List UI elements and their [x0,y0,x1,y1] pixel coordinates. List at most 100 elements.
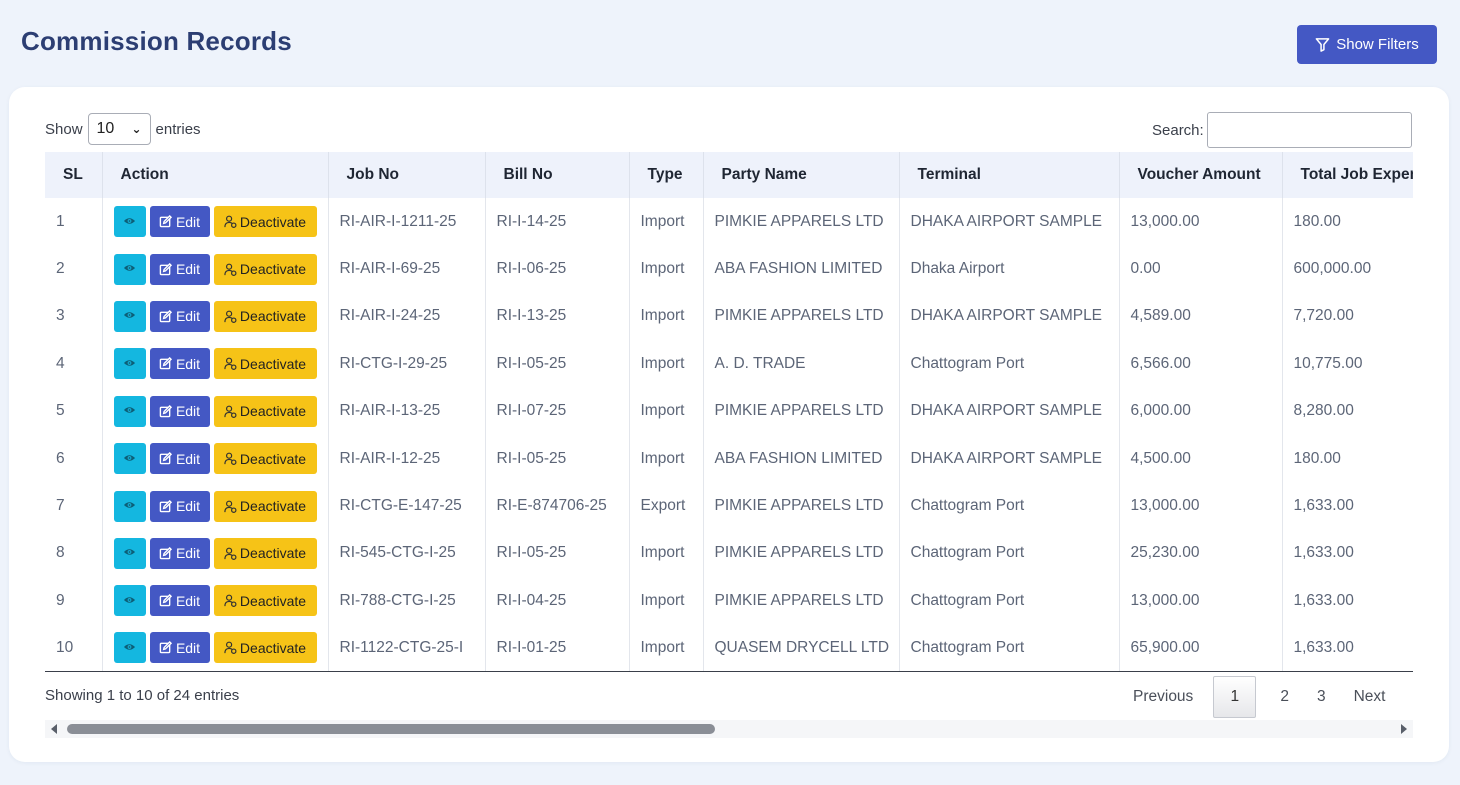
edit-icon [159,404,172,418]
page-button-1[interactable]: 1 [1213,676,1257,718]
deactivate-label: Deactivate [239,450,307,467]
view-button[interactable] [113,348,146,380]
type-header[interactable]: Type [629,152,704,198]
terminal-header[interactable]: Terminal [899,152,1120,198]
edit-button[interactable]: Edit [149,537,210,569]
total-job-expense-cell: 180.00 [1282,434,1413,483]
view-button[interactable] [113,443,146,475]
eye-icon [123,402,136,420]
bill-no-header[interactable]: Bill No [485,152,630,198]
job-no-cell: RI-CTG-E-147-25 [328,482,486,530]
edit-button[interactable]: Edit [149,300,210,332]
sl-cell: 10 [45,624,103,673]
edit-button[interactable]: Edit [149,443,210,475]
page-button-3[interactable]: 3 [1303,676,1340,718]
edit-button[interactable]: Edit [149,585,210,617]
entries-length-control: Show 10 ⌄ entries [45,113,201,145]
action-cell: Edit Deactivate [102,245,329,293]
user-deactivate-icon [224,310,237,323]
table-row: 7 Edit Deactivate RI-CTG-E-147-25 RI-E-87470… [45,482,1413,530]
show-filters-button[interactable]: Show Filters [1297,25,1437,64]
eye-icon [123,355,136,373]
party-name-cell: PIMKIE APPARELS LTD [703,529,900,578]
user-deactivate-icon [224,594,237,608]
party-name-cell: ABA FASHION LIMITED [703,245,900,293]
job-no-cell: RI-AIR-I-1211-25 [328,198,486,246]
deactivate-button[interactable]: Deactivate [213,348,317,380]
scrollbar-thumb[interactable] [67,724,715,734]
voucher-amount-cell: 65,900.00 [1119,624,1283,673]
edit-button[interactable]: Edit [149,348,210,380]
party-name-cell: PIMKIE APPARELS LTD [703,292,900,341]
deactivate-button[interactable]: Deactivate [213,443,317,475]
action-cell: Edit Deactivate [102,387,329,435]
voucher-amount-cell: 13,000.00 [1119,482,1283,530]
total-job-expense-header[interactable]: Total Job Expen [1282,152,1413,198]
type-cell: Import [629,245,704,293]
next-page-button[interactable]: Next [1340,676,1400,718]
type-cell: Import [629,577,704,625]
page-title: Commission Records [21,26,292,56]
job-no-cell: RI-AIR-I-24-25 [328,292,486,341]
deactivate-button[interactable]: Deactivate [213,300,317,332]
type-cell: Import [629,340,704,388]
view-button[interactable] [113,206,146,238]
party-name-cell: PIMKIE APPARELS LTD [703,198,900,246]
job-no-cell: RI-1122-CTG-25-I [328,624,486,673]
view-button[interactable] [113,585,146,617]
edit-button[interactable]: Edit [149,632,210,664]
bill-no-cell: RI-I-07-25 [485,387,630,435]
deactivate-label: Deactivate [239,403,307,420]
table-row: 10 Edit Deactivate RI-1122-CTG-25-I RI-I-01-… [45,624,1413,673]
sl-cell: 2 [45,245,103,293]
scroll-left-arrow-icon[interactable] [51,724,57,734]
job-no-cell: RI-AIR-I-12-25 [328,434,486,483]
edit-button[interactable]: Edit [149,490,210,522]
deactivate-button[interactable]: Deactivate [213,537,317,569]
job-no-header[interactable]: Job No [328,152,486,198]
deactivate-button[interactable]: Deactivate [213,632,317,664]
voucher-amount-cell: 4,589.00 [1119,292,1283,341]
edit-button[interactable]: Edit [149,206,210,238]
deactivate-button[interactable]: Deactivate [213,395,317,427]
action-cell: Edit Deactivate [102,577,329,625]
page-button-2[interactable]: 2 [1266,676,1303,718]
deactivate-button[interactable]: Deactivate [213,490,317,522]
previous-page-button[interactable]: Previous [1119,676,1207,718]
view-button[interactable] [113,300,146,332]
action-cell: Edit Deactivate [102,529,329,578]
action-header[interactable]: Action [102,152,329,198]
eye-icon [123,213,136,231]
view-button[interactable] [113,253,146,285]
show-filters-label: Show Filters [1336,36,1419,53]
scroll-right-arrow-icon[interactable] [1401,724,1407,734]
deactivate-label: Deactivate [239,639,307,656]
view-button[interactable] [113,632,146,664]
party-name-cell: PIMKIE APPARELS LTD [703,387,900,435]
terminal-cell: Chattogram Port [899,340,1120,388]
deactivate-button[interactable]: Deactivate [213,253,317,285]
view-button[interactable] [113,537,146,569]
entries-per-page-select[interactable]: 10 ⌄ [87,113,151,145]
table-row: 5 Edit Deactivate RI-AIR-I-13-25 RI-I-07-25 I… [45,387,1413,435]
edit-button[interactable]: Edit [149,395,210,427]
type-cell: Export [629,482,704,530]
view-button[interactable] [113,490,146,522]
search-input[interactable] [1206,112,1412,148]
voucher-amount-header[interactable]: Voucher Amount [1119,152,1283,198]
deactivate-label: Deactivate [239,213,307,230]
deactivate-label: Deactivate [239,308,307,325]
view-button[interactable] [113,395,146,427]
search-label: Search: [1152,121,1204,139]
type-cell: Import [629,434,704,483]
entries-per-page-value: 10 [96,120,115,137]
party-name-header[interactable]: Party Name [703,152,900,198]
deactivate-button[interactable]: Deactivate [213,585,317,617]
deactivate-button[interactable]: Deactivate [213,206,317,238]
edit-icon [159,262,172,276]
bill-no-cell: RI-I-05-25 [485,529,630,578]
sl-header[interactable]: SL [45,152,103,198]
edit-button[interactable]: Edit [149,253,210,285]
horizontal-scrollbar[interactable] [45,720,1413,738]
bill-no-cell: RI-I-13-25 [485,292,630,341]
